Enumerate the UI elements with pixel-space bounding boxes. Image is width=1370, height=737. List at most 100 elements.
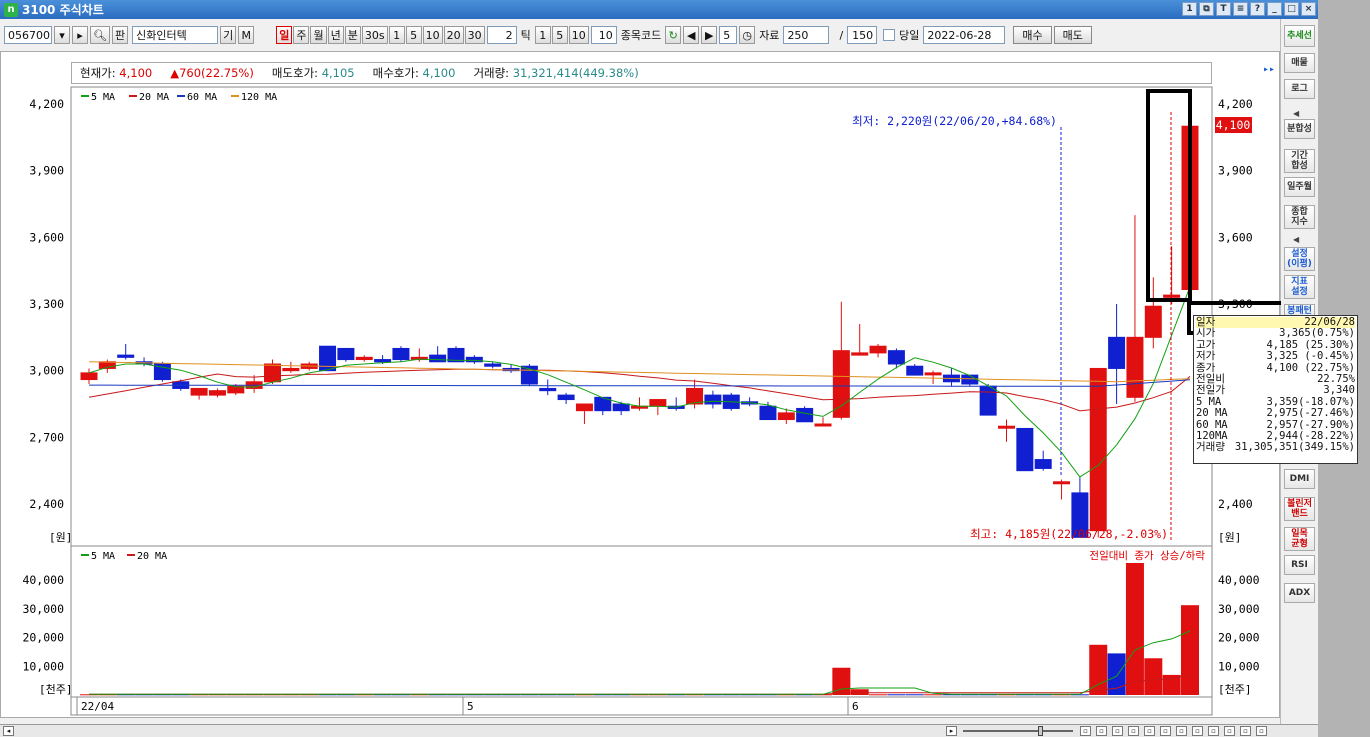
toolbar-bottom-icon-0[interactable]: ▫	[1080, 726, 1091, 736]
fan-button[interactable]: 판	[111, 26, 129, 44]
chart-svg[interactable]: 4,200 4,2003,900 3,9003,600 3,6003,300 3,300…	[1, 52, 1365, 719]
tooltip-row: 20 MA 2,975(-27.46%)	[1196, 407, 1355, 419]
date-picker[interactable]: 2022-06-28	[923, 26, 1006, 44]
zoom-slider-track[interactable]	[963, 730, 1073, 732]
tick-input-2[interactable]: 10	[590, 26, 617, 44]
period-button-1[interactable]: 주	[293, 26, 310, 44]
tick-option-0[interactable]: 1	[534, 26, 551, 44]
candle-body	[777, 412, 795, 421]
tick-option-2[interactable]: 10	[568, 26, 589, 44]
zoom-slider-handle[interactable]	[1038, 726, 1043, 736]
stock-code-input[interactable]: 056700	[4, 26, 52, 44]
toolbar-bottom-icon-10[interactable]: ▫	[1240, 726, 1251, 736]
close-icon[interactable]: ×	[1301, 2, 1316, 16]
period-button-9[interactable]: 20	[443, 26, 464, 44]
period-button-10[interactable]: 30	[464, 26, 485, 44]
candle-body	[998, 425, 1015, 429]
link-icon[interactable]: ⧉	[1199, 2, 1214, 16]
toolbar-bottom-icon-9[interactable]: ▫	[1224, 726, 1235, 736]
sidebar-button-3[interactable]: 분합성	[1284, 119, 1315, 139]
today-checkbox[interactable]	[883, 29, 896, 41]
settings-icon[interactable]: ≡	[1233, 2, 1248, 16]
candle-body	[612, 403, 630, 412]
sidebar-button-4[interactable]: 기간 합성	[1284, 149, 1315, 173]
period-button-8[interactable]: 10	[422, 26, 443, 44]
maximize-icon[interactable]: □	[1284, 2, 1299, 16]
pin-icon[interactable]: 1	[1182, 2, 1197, 16]
window-controls: 1 ⧉ T ≡ ? _ □ ×	[1182, 2, 1316, 16]
sidebar-button-10[interactable]: DMI	[1284, 469, 1315, 489]
period-button-5[interactable]: 30s	[361, 26, 388, 44]
period-button-6[interactable]: 1	[388, 26, 405, 44]
ma-legend-label: 60 MA	[187, 92, 217, 103]
toolbar-bottom-icon-3[interactable]: ▫	[1128, 726, 1139, 736]
sidebar-button-2[interactable]: 로그	[1284, 79, 1315, 99]
candle-body	[539, 387, 557, 392]
minimize-icon[interactable]: _	[1267, 2, 1282, 16]
tooltip-value: 3,325 (-0.45%)	[1266, 350, 1355, 363]
today-label: 당일	[899, 29, 920, 42]
candle-body	[1034, 459, 1052, 469]
next-icon[interactable]: ▸	[72, 26, 88, 44]
tick-input[interactable]: 2	[486, 26, 517, 44]
sidebar-button-11[interactable]: 볼린저 밴드	[1284, 497, 1315, 521]
price-tick-left: 4,200	[29, 97, 64, 111]
prev-arrow-icon[interactable]: ◀	[683, 26, 700, 44]
tick-option-1[interactable]: 5	[551, 26, 568, 44]
ask-label: 매도호가:	[271, 66, 319, 80]
slash-label: /	[839, 28, 844, 42]
sidebar-button-6[interactable]: 종합 지수	[1284, 205, 1315, 229]
code-dropdown-icon[interactable]: ▾	[54, 26, 70, 44]
period-button-0[interactable]: 일	[276, 26, 293, 44]
period-button-3[interactable]: 년	[327, 26, 344, 44]
sidebar-button-5[interactable]: 일주월	[1284, 177, 1315, 197]
toolbar-bottom-icon-1[interactable]: ▫	[1096, 726, 1107, 736]
clock-icon[interactable]: ◷	[739, 26, 756, 44]
candle-body	[282, 367, 300, 372]
gi-button[interactable]: 기	[220, 26, 237, 44]
sidebar-button-1[interactable]: 매물	[1284, 53, 1315, 73]
help-icon[interactable]: ?	[1250, 2, 1265, 16]
sidebar-button-14[interactable]: ADX	[1284, 583, 1315, 603]
sidebar-button-13[interactable]: RSI	[1284, 555, 1315, 575]
refresh-icon[interactable]: ↻	[665, 26, 682, 44]
buy-button[interactable]: 매수	[1013, 26, 1052, 44]
candle-body	[1108, 336, 1126, 369]
sell-button[interactable]: 매도	[1053, 26, 1092, 44]
sidebar-button-8[interactable]: 지표 설정	[1284, 275, 1315, 299]
ask-group: 매도호가: 4,105	[272, 65, 355, 81]
sidebar-collapse-icon-0[interactable]: ◀	[1293, 109, 1299, 118]
period-button-7[interactable]: 5	[405, 26, 422, 44]
volume-note: 전일대비 종가 상승/하락	[1089, 549, 1205, 562]
scroll-left-icon[interactable]: ◂	[3, 726, 14, 736]
next-arrow-icon[interactable]: ▶	[701, 26, 718, 44]
period-button-2[interactable]: 월	[310, 26, 327, 44]
toolbar-bottom-icon-4[interactable]: ▫	[1144, 726, 1155, 736]
chart-panel[interactable]: 4,200 4,200 3,900 3,900 3,600 3,600 3,300 3,300…	[0, 51, 1365, 719]
toolbar-bottom-icon-8[interactable]: ▫	[1208, 726, 1219, 736]
speed-input[interactable]: 5	[719, 26, 738, 44]
sidebar-button-0[interactable]: 추세선	[1284, 25, 1315, 47]
volume-tick-left: 20,000	[22, 631, 64, 645]
period-button-4[interactable]: 분	[344, 26, 361, 44]
candle-body	[924, 372, 942, 376]
price-tick-left: 3,600	[29, 230, 64, 244]
toolbar-bottom-icon-2[interactable]: ▫	[1112, 726, 1123, 736]
volume-bar	[1144, 658, 1163, 695]
toolbar-bottom-icon-5[interactable]: ▫	[1160, 726, 1171, 736]
search-icon[interactable]: 🔍︎	[90, 26, 110, 44]
toolbar-bottom-icon-11[interactable]: ▫	[1256, 726, 1267, 736]
sidebar-button-7[interactable]: 설정 (이평)	[1284, 247, 1315, 271]
stock-name-field[interactable]: 신화인터텍	[132, 26, 219, 44]
scroll-right-icon[interactable]: ▸	[946, 726, 957, 736]
font-icon[interactable]: T	[1216, 2, 1231, 16]
sidebar-button-12[interactable]: 일목 균형	[1284, 527, 1315, 551]
toolbar-bottom-icon-7[interactable]: ▫	[1192, 726, 1203, 736]
m-button[interactable]: M	[238, 26, 255, 44]
view-count-input[interactable]: 150	[847, 26, 878, 44]
window-title: 3100 주식차트	[22, 3, 104, 17]
sidebar-collapse-icon-1[interactable]: ◀	[1293, 235, 1299, 244]
data-count-select[interactable]: 250	[783, 26, 830, 44]
toolbar-bottom-icon-6[interactable]: ▫	[1176, 726, 1187, 736]
tooltip-value: 31,305,351(349.15%)	[1234, 441, 1355, 454]
